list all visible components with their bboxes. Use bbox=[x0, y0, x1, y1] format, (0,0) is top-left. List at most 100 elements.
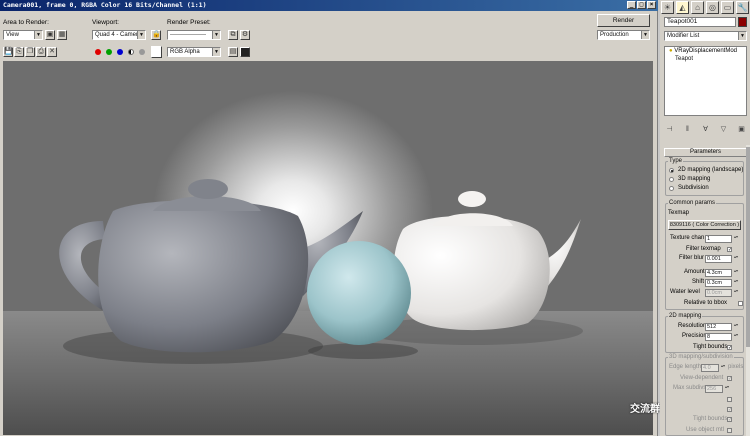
render-preset-select[interactable]: ------------------ ▼ bbox=[167, 30, 221, 40]
create-tab-icon[interactable]: ☀ bbox=[661, 1, 674, 14]
maximize-button[interactable]: □ bbox=[637, 1, 646, 9]
chevron-down-icon: ▼ bbox=[212, 31, 220, 39]
edit-region-icon[interactable]: ▣ bbox=[45, 30, 55, 40]
filter-texmap-checkbox[interactable]: ✓ bbox=[727, 247, 732, 253]
modifier-list-select[interactable]: Modifier List ▼ bbox=[664, 31, 747, 41]
texmap-button[interactable]: 8309116 ( Color Correction ) bbox=[668, 220, 741, 230]
object-color-swatch[interactable] bbox=[738, 17, 747, 27]
tight-bounds-checkbox[interactable]: ✓ bbox=[727, 345, 732, 351]
precision-spinner[interactable]: 8 bbox=[705, 333, 739, 341]
render-preset-value: ------------------ bbox=[170, 32, 206, 38]
rendered-scene bbox=[59, 179, 583, 364]
red-channel-icon[interactable] bbox=[95, 49, 101, 55]
save-image-icon[interactable]: 💾 bbox=[3, 47, 13, 57]
tight-bounds-3d-checkbox[interactable]: ✓ bbox=[727, 417, 732, 423]
show-end-result-icon[interactable]: ‖ bbox=[682, 124, 693, 135]
lock-icon[interactable]: 🔒 bbox=[151, 30, 161, 40]
minimize-button[interactable]: _ bbox=[627, 1, 636, 9]
monochrome-icon[interactable] bbox=[139, 49, 145, 55]
rollout-label: Parameters bbox=[689, 149, 721, 155]
clone-window-icon[interactable]: ❐ bbox=[25, 47, 35, 57]
max-subdivs-spinner[interactable]: 256 bbox=[705, 385, 730, 393]
radio-2d-mapping[interactable] bbox=[669, 168, 674, 173]
modifier-item-teapot[interactable]: Teapot bbox=[665, 55, 746, 63]
environment-icon[interactable]: ⚙ bbox=[240, 30, 250, 40]
hierarchy-tab-icon[interactable]: ⌂ bbox=[691, 1, 704, 14]
edge-length-spinner[interactable]: 4.0 bbox=[701, 364, 726, 372]
resolution-spinner[interactable]: 512 bbox=[705, 323, 739, 331]
green-channel-icon[interactable] bbox=[106, 49, 112, 55]
parameters-rollout-title[interactable]: Parameters bbox=[664, 148, 747, 157]
unnamed-checkbox-2[interactable]: ✓ bbox=[727, 407, 732, 413]
command-panel: ☀ ◭ ⌂ ◎ ▭ 🔧 Teapot001 Modifier List ▼ ● V… bbox=[660, 0, 750, 436]
modifier-item-vraydisplacement[interactable]: ● VRayDisplacementMod bbox=[665, 47, 746, 55]
render-button[interactable]: Render bbox=[597, 14, 650, 27]
amount-label: Amount bbox=[684, 269, 705, 275]
copy-image-icon[interactable]: ⎘ bbox=[14, 47, 24, 57]
production-select[interactable]: Production ▼ bbox=[597, 30, 650, 40]
shift-label: Shift bbox=[692, 279, 705, 285]
relative-bbox-checkbox[interactable] bbox=[738, 301, 743, 306]
window-title: Camera001, frame 0, RGBA Color 16 Bits/C… bbox=[3, 1, 207, 9]
type-group-label: Type bbox=[668, 158, 684, 164]
display-tab-icon[interactable]: ▭ bbox=[721, 1, 734, 14]
pin-stack-icon[interactable]: ⊣ bbox=[664, 124, 675, 135]
bulb-icon[interactable]: ● bbox=[669, 48, 673, 54]
view-dependent-label: View-dependent bbox=[680, 375, 724, 381]
remove-modifier-icon[interactable]: ▽ bbox=[718, 124, 729, 135]
modifier-stack[interactable]: ● VRayDisplacementMod Teapot bbox=[664, 46, 747, 116]
max-subdivs-label: Max subdivs bbox=[673, 385, 707, 391]
utilities-tab-icon[interactable]: 🔧 bbox=[736, 1, 749, 14]
water-level-spinner[interactable]: 0.0cm bbox=[705, 289, 739, 297]
edge-length-label: Edge length bbox=[669, 364, 702, 370]
amount-spinner[interactable]: 4.3cm bbox=[705, 269, 739, 277]
texture-chan-spinner[interactable]: 1 bbox=[705, 235, 739, 243]
alpha-channel-icon[interactable] bbox=[128, 49, 134, 55]
radio-3d-mapping[interactable] bbox=[669, 177, 674, 182]
production-value: Production bbox=[600, 32, 629, 38]
mapping-2d-label: 2D mapping bbox=[668, 313, 703, 319]
radio-2d-mapping-label: 2D mapping (landscape) bbox=[678, 167, 744, 173]
use-object-mtl-checkbox[interactable] bbox=[727, 428, 732, 433]
make-unique-icon[interactable]: ∀ bbox=[700, 124, 711, 135]
blue-channel-icon[interactable] bbox=[117, 49, 123, 55]
render-preset-label: Render Preset: bbox=[167, 19, 211, 26]
area-to-render-select[interactable]: View ▼ bbox=[3, 30, 43, 40]
use-object-mtl-label: Use object mtl bbox=[686, 427, 725, 433]
modify-tab-icon[interactable]: ◭ bbox=[676, 1, 689, 14]
panel-scroll-thumb[interactable] bbox=[746, 147, 750, 347]
configure-sets-icon[interactable]: ▣ bbox=[736, 124, 747, 135]
display-channel-icon[interactable]: ▤ bbox=[228, 47, 238, 57]
chevron-down-icon: ▼ bbox=[641, 31, 649, 39]
stack-toolbar: ⊣ ‖ ∀ ▽ ▣ bbox=[664, 124, 747, 136]
filter-blur-spinner[interactable]: 0.001 bbox=[705, 255, 739, 263]
print-icon[interactable]: ⎙ bbox=[36, 47, 46, 57]
clear-icon[interactable]: ✕ bbox=[47, 47, 57, 57]
render-viewport bbox=[3, 61, 653, 435]
swatch-icon[interactable] bbox=[151, 46, 162, 58]
view-dependent-checkbox[interactable]: ✓ bbox=[727, 376, 732, 382]
knit-sphere bbox=[307, 241, 411, 345]
viewport-select[interactable]: Quad 4 - Camera(▼ bbox=[92, 30, 146, 40]
chevron-down-icon: ▼ bbox=[137, 31, 145, 39]
relative-bbox-label: Relative to bbox bbox=[684, 300, 728, 306]
panel-scrollbar[interactable] bbox=[746, 145, 750, 436]
auto-region-icon[interactable]: ▦ bbox=[57, 30, 67, 40]
texture-chan-label: Texture chan bbox=[670, 235, 705, 241]
channel-select[interactable]: RGB Alpha ▼ bbox=[167, 47, 221, 57]
shift-spinner[interactable]: 0.3cm bbox=[705, 279, 739, 287]
motion-tab-icon[interactable]: ◎ bbox=[706, 1, 719, 14]
render-setup-icon[interactable]: ⧉ bbox=[228, 30, 238, 40]
close-button[interactable]: × bbox=[647, 1, 656, 9]
precision-label: Precision bbox=[682, 333, 707, 339]
chevron-down-icon: ▼ bbox=[738, 32, 746, 40]
modifier-label: Teapot bbox=[675, 56, 694, 62]
display-toggle-icon[interactable] bbox=[240, 47, 250, 57]
unnamed-checkbox-1[interactable] bbox=[727, 397, 732, 402]
filter-texmap-label: Filter texmap bbox=[686, 246, 721, 252]
object-name-field[interactable]: Teapot001 bbox=[664, 17, 736, 27]
texmap-label: Texmap bbox=[668, 210, 690, 216]
window-titlebar[interactable]: Camera001, frame 0, RGBA Color 16 Bits/C… bbox=[0, 0, 658, 11]
common-params-label: Common params bbox=[668, 200, 717, 206]
radio-subdivision[interactable] bbox=[669, 186, 674, 191]
